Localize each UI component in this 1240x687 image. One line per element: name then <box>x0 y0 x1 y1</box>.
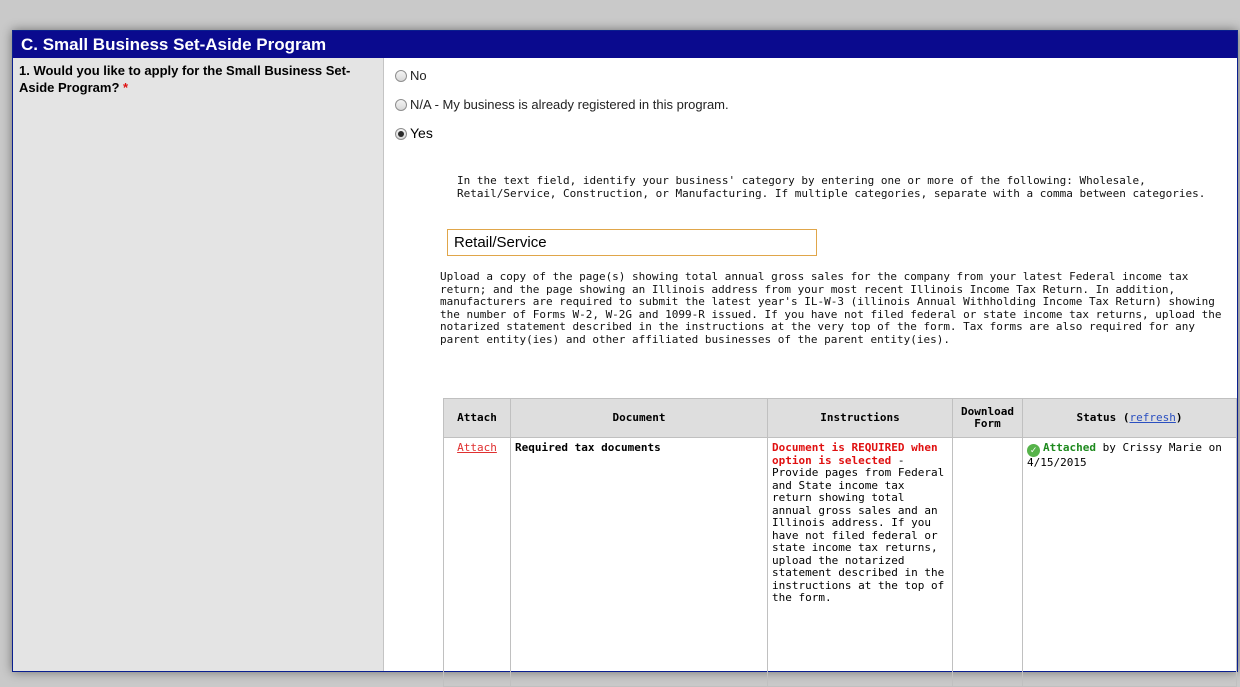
radio-option-yes[interactable]: Yes <box>395 124 433 142</box>
radio-yes[interactable] <box>395 128 407 140</box>
radio-na-label: N/A - My business is already registered … <box>410 97 729 112</box>
answer-cell: No N/A - My business is already register… <box>385 58 1237 687</box>
attach-link[interactable]: Attach <box>457 441 497 454</box>
document-cell: Required tax documents <box>510 437 768 687</box>
header-instructions: Instructions <box>767 398 953 438</box>
instructions-cell: Document is REQUIRED when option is sele… <box>767 437 953 687</box>
section-header: C. Small Business Set-Aside Program <box>13 31 1237 58</box>
header-download-form: Download Form <box>952 398 1023 438</box>
radio-yes-label: Yes <box>410 125 433 141</box>
instructions-text: - Provide pages from Federal and State i… <box>772 453 945 604</box>
header-status-label: Status <box>1076 411 1117 424</box>
radio-option-no[interactable]: No <box>395 67 427 85</box>
status-cell: ✓ Attached by Crissy Marie on 4/15/2015 <box>1022 437 1237 687</box>
form-panel: C. Small Business Set-Aside Program 1. W… <box>12 30 1238 687</box>
attach-cell: Attach <box>443 437 511 687</box>
documents-table: Attach Document Instructions Download Fo… <box>443 398 1237 687</box>
upload-instructions: Upload a copy of the page(s) showing tot… <box>440 270 1222 346</box>
radio-no-label: No <box>410 68 427 83</box>
category-input[interactable] <box>447 229 817 256</box>
required-notice: Document is REQUIRED when option is sele… <box>772 441 938 467</box>
header-status: Status (refresh) <box>1022 398 1237 438</box>
document-name: Required tax documents <box>515 441 661 454</box>
question-label: 1. Would you like to apply for the Small… <box>19 63 351 95</box>
header-attach: Attach <box>443 398 511 438</box>
radio-no[interactable] <box>395 70 407 82</box>
category-instructions: In the text field, identify your busines… <box>457 174 1206 200</box>
table-row: Attach Required tax documents Document i… <box>443 437 1237 687</box>
header-document: Document <box>510 398 768 438</box>
refresh-link[interactable]: refresh <box>1130 411 1176 424</box>
required-marker: * <box>123 80 129 95</box>
radio-na[interactable] <box>395 99 407 111</box>
status-attached: Attached <box>1043 441 1096 454</box>
radio-option-na[interactable]: N/A - My business is already registered … <box>395 96 729 114</box>
download-form-cell <box>952 437 1023 687</box>
question-label-cell: 1. Would you like to apply for the Small… <box>13 58 384 671</box>
table-header-row: Attach Document Instructions Download Fo… <box>443 398 1237 438</box>
